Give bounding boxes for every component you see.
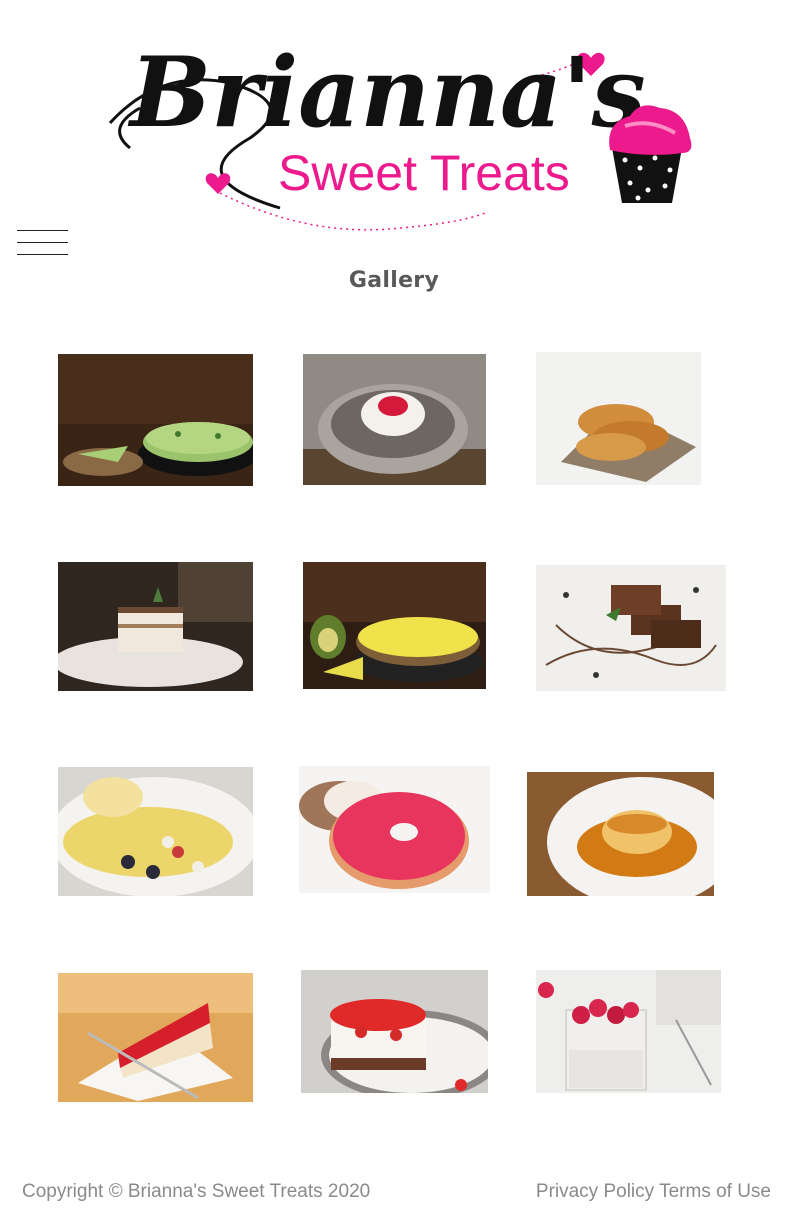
menu-line (17, 230, 68, 231)
logo-tagline-text: Sweet Treats (278, 145, 570, 201)
matcha-cheesecake-photo[interactable] (58, 354, 253, 486)
menu-line (17, 254, 68, 255)
privacy-policy-link[interactable]: Privacy Policy (536, 1181, 654, 1202)
strawberry-cheesecake-slice-photo[interactable] (58, 973, 253, 1102)
lemon-cheesecake-photo[interactable] (303, 562, 486, 689)
hamburger-menu-icon[interactable] (17, 230, 68, 256)
page-title: Gallery (348, 268, 440, 293)
terms-of-use-link[interactable]: Terms of Use (659, 1181, 771, 1202)
pink-donut-photo[interactable] (299, 766, 490, 893)
logo-graphic: Brianna's Sweet Treats (108, 36, 692, 231)
panna-cotta-photo[interactable] (303, 354, 486, 485)
menu-line (17, 242, 68, 243)
strawberry-cake-photo[interactable] (301, 970, 488, 1093)
footer-copyright: Copyright © Brianna's Sweet Treats 2020 (22, 1181, 371, 1202)
logo-script-text: Brianna's (127, 36, 646, 149)
brownies-photo[interactable] (536, 565, 726, 691)
tiramisu-photo[interactable] (58, 562, 253, 691)
footer-links: Privacy Policy Terms of Use (536, 1181, 771, 1203)
raspberry-chia-pudding-photo[interactable] (536, 970, 721, 1093)
site-logo[interactable]: Brianna's Sweet Treats (100, 8, 700, 233)
cupcake-icon (609, 105, 692, 203)
croissants-photo[interactable] (536, 352, 701, 485)
fruit-crepe-photo[interactable] (58, 767, 253, 896)
flan-photo[interactable] (527, 772, 714, 896)
